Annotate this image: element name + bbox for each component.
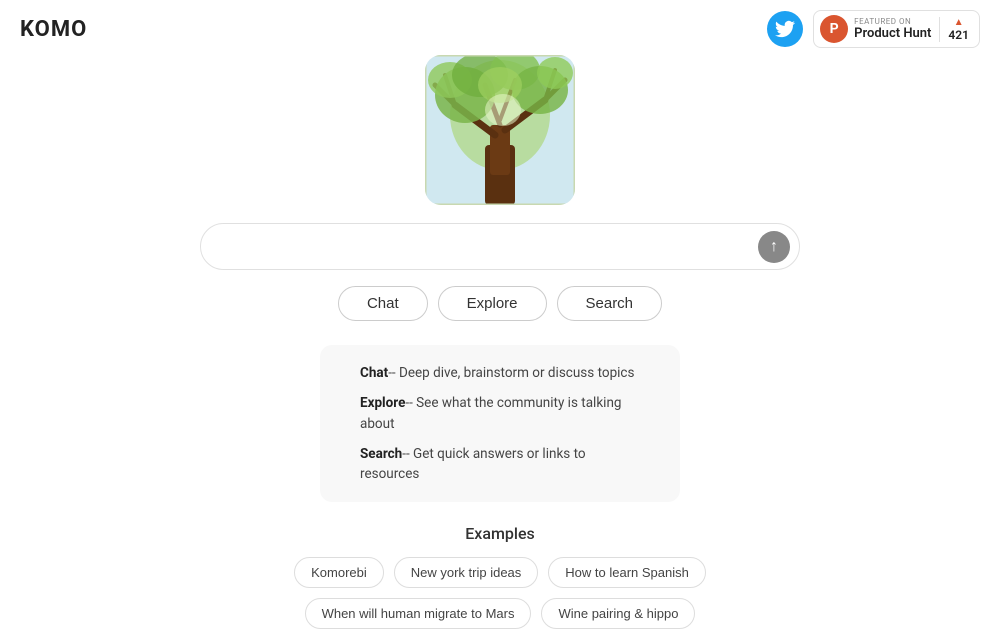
example-chip-3[interactable]: When will human migrate to Mars: [305, 598, 532, 629]
twitter-button[interactable]: [767, 11, 803, 47]
product-hunt-icon: P: [820, 15, 848, 43]
examples-title: Examples: [465, 524, 535, 543]
search-input[interactable]: [200, 223, 800, 270]
tree-illustration: [425, 55, 575, 205]
twitter-icon: [775, 19, 795, 39]
header: KOMO P FEATURED ON Product Hunt ▲ 421: [0, 0, 1000, 58]
product-hunt-count-block: ▲ 421: [939, 17, 969, 42]
examples-chips: Komorebi New york trip ideas How to lear…: [200, 557, 800, 629]
product-hunt-count: 421: [948, 28, 969, 42]
product-hunt-featured-label: FEATURED ON: [854, 17, 931, 26]
main-content: ↑ Chat Explore Search Chat-- Deep dive, …: [0, 0, 1000, 629]
tab-chat[interactable]: Chat: [338, 286, 428, 321]
example-chip-4[interactable]: Wine pairing & hippo: [541, 598, 695, 629]
product-hunt-arrow-icon: ▲: [954, 17, 964, 28]
example-chip-1[interactable]: New york trip ideas: [394, 557, 539, 588]
info-search-label: Search: [360, 446, 402, 462]
product-hunt-text: FEATURED ON Product Hunt: [854, 17, 931, 41]
example-chip-2[interactable]: How to learn Spanish: [548, 557, 706, 588]
product-hunt-name: Product Hunt: [854, 26, 931, 41]
product-hunt-badge[interactable]: P FEATURED ON Product Hunt ▲ 421: [813, 10, 980, 48]
search-container: ↑: [200, 223, 800, 270]
header-right: P FEATURED ON Product Hunt ▲ 421: [767, 10, 980, 48]
tab-search[interactable]: Search: [557, 286, 663, 321]
info-explore-label: Explore: [360, 395, 405, 411]
mode-tabs: Chat Explore Search: [338, 286, 662, 321]
logo: KOMO: [20, 17, 87, 42]
search-submit-button[interactable]: ↑: [758, 231, 790, 263]
hero-image: [425, 55, 575, 205]
info-box: Chat-- Deep dive, brainstorm or discuss …: [320, 345, 680, 502]
submit-arrow-icon: ↑: [770, 239, 778, 255]
tab-explore[interactable]: Explore: [438, 286, 547, 321]
example-chip-0[interactable]: Komorebi: [294, 557, 384, 588]
info-chat-line: Chat-- Deep dive, brainstorm or discuss …: [360, 363, 640, 383]
info-search-line: Search-- Get quick answers or links to r…: [360, 444, 640, 485]
info-chat-description: -- Deep dive, brainstorm or discuss topi…: [388, 365, 634, 381]
info-chat-label: Chat: [360, 365, 388, 381]
info-explore-line: Explore-- See what the community is talk…: [360, 393, 640, 434]
